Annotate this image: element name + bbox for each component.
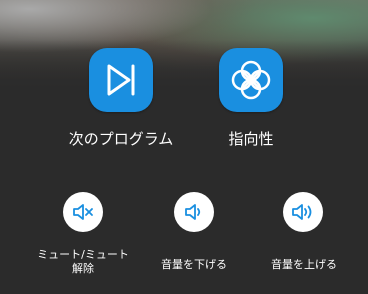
background-fade: [0, 40, 368, 100]
next-program-button[interactable]: [89, 48, 153, 112]
mute-button[interactable]: [63, 192, 103, 232]
directivity-label: 指向性: [228, 130, 274, 148]
skip-next-icon: [107, 64, 135, 96]
volume-up-button[interactable]: [283, 192, 323, 232]
next-program-label: 次のプログラム: [68, 130, 174, 148]
speaker-high-icon: [292, 204, 312, 220]
directivity-icon: [231, 60, 271, 100]
mute-label-line2: 解除: [72, 262, 94, 275]
speaker-low-icon: [185, 204, 201, 220]
speaker-mute-icon: [73, 204, 93, 220]
mute-label-line1: ミュート/ミュート: [37, 248, 129, 261]
volume-up-label: 音量を上げる: [271, 258, 337, 271]
volume-down-label: 音量を下げる: [161, 258, 227, 271]
mute-label: ミュート/ミュート 解除: [18, 248, 148, 276]
volume-down-button[interactable]: [174, 192, 214, 232]
directivity-button[interactable]: [219, 48, 283, 112]
